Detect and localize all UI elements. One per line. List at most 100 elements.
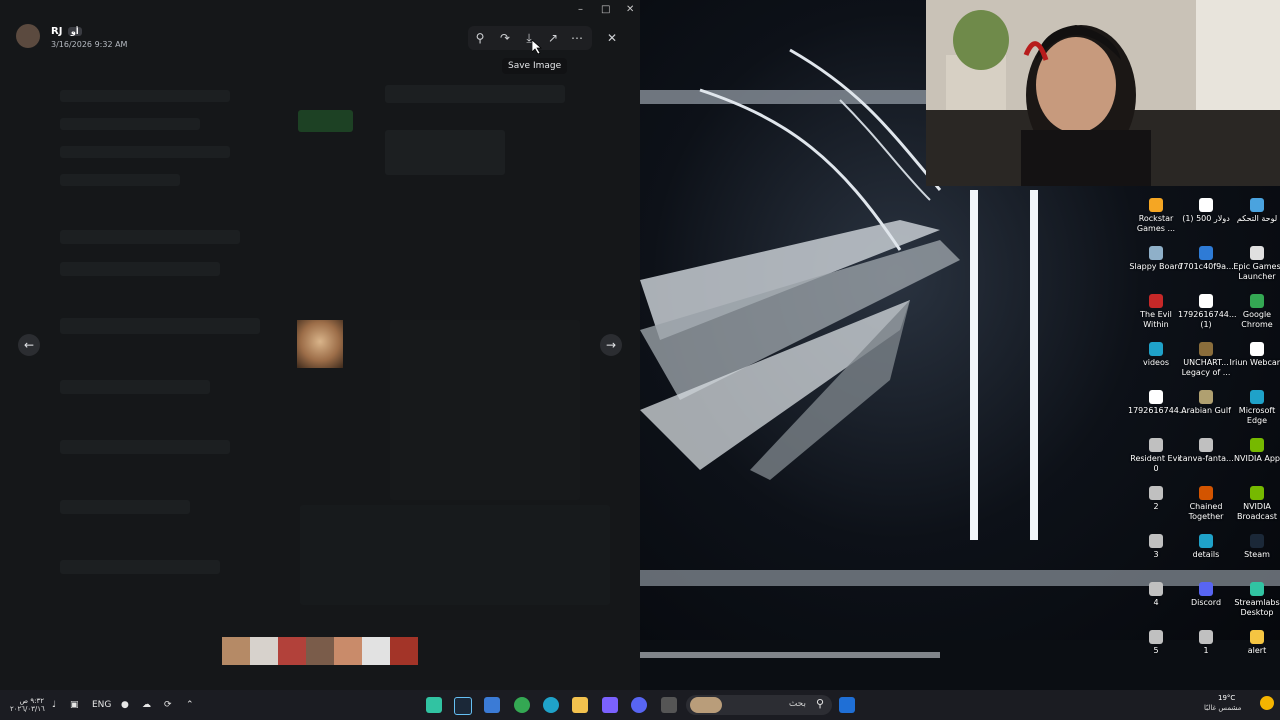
speaker-icon[interactable]: ♩ bbox=[52, 697, 56, 713]
bg-button bbox=[298, 110, 353, 132]
bg-panel bbox=[385, 130, 505, 175]
desktop-shortcut[interactable]: details bbox=[1178, 534, 1234, 560]
desktop-shortcut[interactable]: Google Chrome bbox=[1229, 294, 1280, 330]
nvidia-app-icon bbox=[1250, 438, 1264, 452]
thumbnail-item[interactable] bbox=[362, 637, 390, 665]
desktop-shortcut-label: UNCHART... Legacy of ... bbox=[1181, 358, 1231, 377]
desktop-shortcut[interactable]: Resident Evil 0 bbox=[1128, 438, 1184, 474]
streamlabs-taskbar-icon[interactable] bbox=[426, 697, 442, 713]
desktop-shortcut[interactable]: 1 bbox=[1178, 630, 1234, 656]
desktop-shortcut[interactable]: لوحة التحكم bbox=[1229, 198, 1280, 224]
user-name[interactable]: RJ أو bbox=[51, 26, 82, 37]
steam-taskbar-icon[interactable] bbox=[454, 697, 472, 715]
bg-dm-row bbox=[60, 262, 220, 276]
canva-icon bbox=[1199, 438, 1213, 452]
bg-image-grid bbox=[300, 505, 610, 605]
file3-icon bbox=[1199, 294, 1213, 308]
display-icon[interactable]: ▣ bbox=[70, 697, 79, 713]
zoom-in-icon[interactable]: ⚲ bbox=[470, 28, 490, 48]
next-image-arrow-icon[interactable]: → bbox=[600, 334, 622, 356]
user-avatar[interactable] bbox=[16, 24, 40, 48]
chrome-taskbar-icon[interactable] bbox=[514, 697, 530, 713]
search-icon: ⚲ bbox=[815, 697, 824, 710]
thumbnail-item[interactable] bbox=[390, 637, 418, 665]
desktop-shortcut[interactable]: Epic Games Launcher bbox=[1229, 246, 1280, 282]
maximize-window-icon[interactable]: □ bbox=[601, 4, 610, 15]
more-icon[interactable]: ⋯ bbox=[567, 28, 587, 48]
close-window-icon[interactable]: ✕ bbox=[626, 4, 634, 15]
user-badge: أو bbox=[67, 27, 82, 36]
desktop-shortcut[interactable]: 1792616744... bbox=[1128, 390, 1187, 416]
desktop-shortcut-label: Arabian Gulf bbox=[1181, 406, 1231, 415]
desktop-shortcut-label: Discord bbox=[1190, 598, 1222, 607]
desktop-shortcut[interactable]: Discord bbox=[1178, 582, 1234, 608]
desktop-shortcut[interactable]: 5 bbox=[1128, 630, 1184, 656]
desktop-shortcut[interactable]: 7701c40f9a... bbox=[1178, 246, 1234, 272]
desktop-shortcut[interactable]: videos bbox=[1128, 342, 1184, 368]
desktop-shortcut[interactable]: 3 bbox=[1128, 534, 1184, 560]
desktop-shortcut[interactable]: canva-fanta... bbox=[1178, 438, 1234, 464]
tray-chevron-icon[interactable]: ⌃ bbox=[186, 697, 194, 713]
desktop-shortcut[interactable]: Slappy Board bbox=[1128, 246, 1184, 272]
desktop-shortcut-label: canva-fanta... bbox=[1178, 454, 1234, 463]
close-viewer-icon[interactable]: ✕ bbox=[602, 28, 622, 48]
evil-within-icon bbox=[1149, 294, 1163, 308]
desktop-shortcut[interactable]: NVIDIA Broadcast bbox=[1229, 486, 1280, 522]
weather-widget[interactable]: 19°C مشمس غالبًا bbox=[1200, 694, 1276, 716]
thumbnail-item[interactable] bbox=[334, 637, 362, 665]
thumbnail-item[interactable] bbox=[306, 637, 334, 665]
webcam-feed bbox=[926, 0, 1280, 186]
mouse-cursor-icon bbox=[532, 40, 542, 54]
desktop-shortcut[interactable]: Streamlabs Desktop bbox=[1229, 582, 1280, 618]
thumbnail-item[interactable] bbox=[222, 637, 250, 665]
control-panel-icon bbox=[1250, 198, 1264, 212]
desktop-shortcut-label: Resident Evil 0 bbox=[1130, 454, 1182, 473]
minimize-window-icon[interactable]: – bbox=[578, 4, 583, 15]
nvidia-broadcast-icon bbox=[1250, 486, 1264, 500]
microphone-icon[interactable]: ● bbox=[121, 697, 129, 713]
system-clock[interactable]: ٩:٣٢ ص ٢٠٢٦/٠٣/١٦ bbox=[10, 697, 45, 713]
previous-image-arrow-icon[interactable]: ← bbox=[18, 334, 40, 356]
desktop-shortcut[interactable]: UNCHART... Legacy of ... bbox=[1178, 342, 1234, 378]
open-external-icon[interactable]: ↗ bbox=[543, 28, 563, 48]
clock-time: ٩:٣٢ ص bbox=[19, 697, 44, 705]
taskbar-search-box[interactable]: بحث ⚲ bbox=[686, 695, 832, 715]
discord-taskbar-icon[interactable] bbox=[631, 697, 647, 713]
app-taskbar-icon[interactable] bbox=[602, 697, 618, 713]
forward-icon[interactable]: ↷ bbox=[495, 28, 515, 48]
epic-games-icon bbox=[1250, 246, 1264, 260]
desktop-shortcut[interactable]: 4 bbox=[1128, 582, 1184, 608]
weather-temperature: 19°C bbox=[1218, 694, 1236, 702]
thumbnail-item[interactable] bbox=[250, 637, 278, 665]
onedrive-icon[interactable]: ☁ bbox=[142, 697, 151, 713]
desktop-shortcut[interactable]: Steam bbox=[1229, 534, 1280, 560]
desktop-shortcut[interactable]: Iriun Webcam bbox=[1229, 342, 1280, 368]
desktop-shortcut[interactable]: Chained Together bbox=[1178, 486, 1234, 522]
language-indicator[interactable]: ENG bbox=[92, 697, 111, 713]
desktop-shortcut[interactable]: 1792616744... (1) bbox=[1178, 294, 1237, 330]
desktop-shortcut-label: Chained Together bbox=[1188, 502, 1224, 521]
rockstar-games-icon bbox=[1149, 198, 1163, 212]
desktop-shortcut[interactable]: Arabian Gulf bbox=[1178, 390, 1234, 416]
desktop-shortcut[interactable]: (1) دولار 500 bbox=[1178, 198, 1234, 224]
windows-start-icon[interactable] bbox=[839, 697, 855, 713]
desktop-shortcut-label: 1792616744... (1) bbox=[1178, 310, 1237, 329]
save-image-tooltip: Save Image bbox=[502, 58, 568, 74]
desktop-shortcut[interactable]: NVIDIA App bbox=[1229, 438, 1280, 464]
desktop-shortcut-label: Streamlabs Desktop bbox=[1234, 598, 1280, 617]
desktop-shortcut[interactable]: The Evil Within bbox=[1128, 294, 1184, 330]
desktop-shortcut[interactable]: 2 bbox=[1128, 486, 1184, 512]
task-view-taskbar-icon[interactable] bbox=[661, 697, 677, 713]
search-banner-image bbox=[690, 697, 722, 713]
file-explorer-taskbar-icon[interactable] bbox=[572, 697, 588, 713]
thumbnail-item[interactable] bbox=[278, 637, 306, 665]
edge-taskbar-icon[interactable] bbox=[543, 697, 559, 713]
bg-dm-row bbox=[60, 318, 260, 334]
store-taskbar-icon[interactable] bbox=[484, 697, 500, 713]
desktop-shortcut[interactable]: Microsoft Edge bbox=[1229, 390, 1280, 426]
discord-icon bbox=[1199, 582, 1213, 596]
desktop-shortcut[interactable]: Rockstar Games ... bbox=[1128, 198, 1184, 234]
desktop-shortcut[interactable]: alert bbox=[1229, 630, 1280, 656]
refresh-icon[interactable]: ⟳ bbox=[164, 697, 172, 713]
desktop-shortcut-label: Slappy Board bbox=[1129, 262, 1183, 271]
